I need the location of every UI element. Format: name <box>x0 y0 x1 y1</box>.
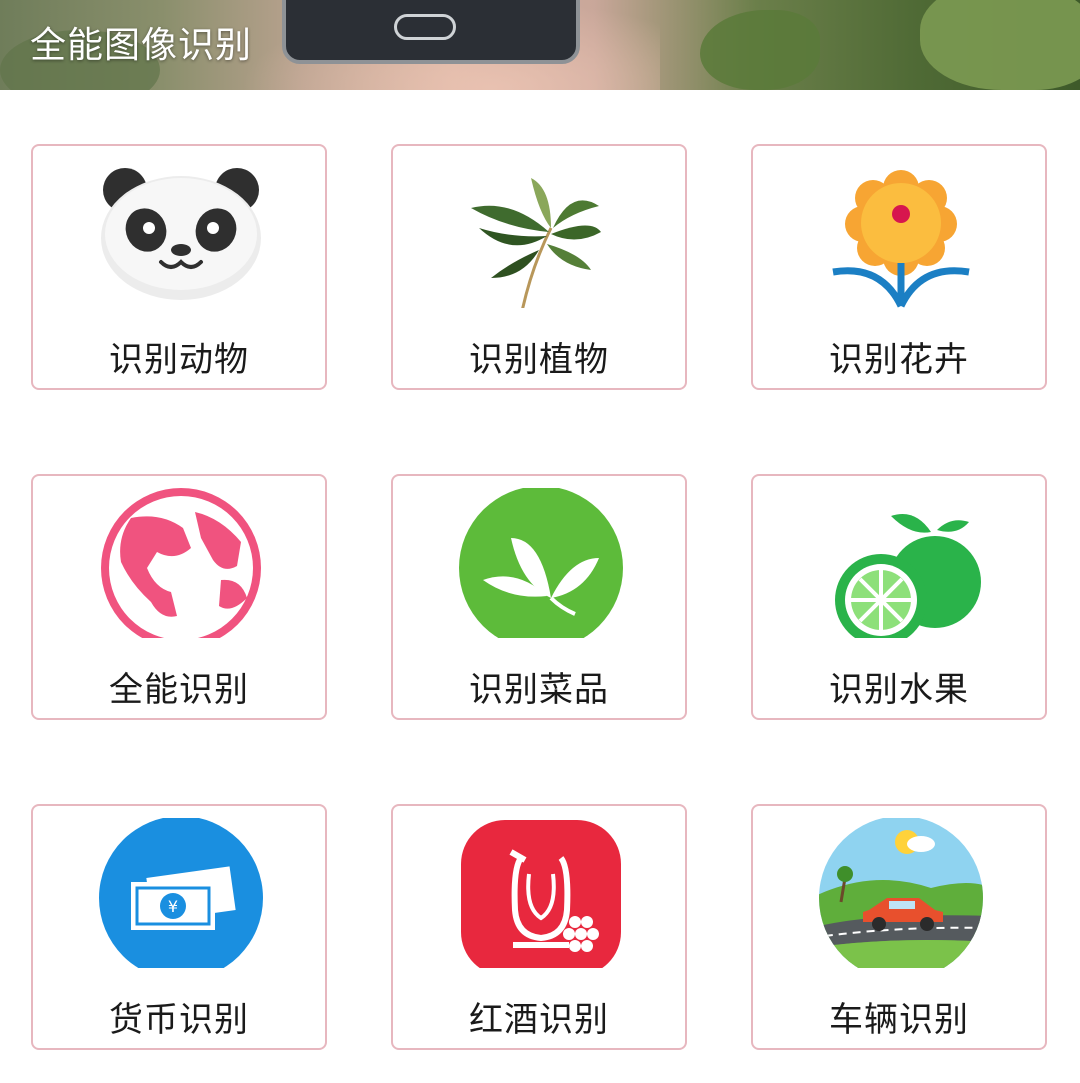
card-label: 红酒识别 <box>469 1000 609 1040</box>
banner-phone <box>282 0 580 64</box>
flower-icon <box>832 170 970 308</box>
card-label: 识别植物 <box>469 340 609 380</box>
page-title: 全能图像识别 <box>30 25 253 66</box>
card-label: 货币识别 <box>109 1000 249 1040</box>
card-label: 识别花卉 <box>829 340 969 380</box>
banner-leaf <box>700 10 820 90</box>
identify-fruit-card[interactable]: 识别水果 <box>751 474 1047 720</box>
card-label: 全能识别 <box>109 670 249 710</box>
card-label: 车辆识别 <box>829 1000 969 1040</box>
identify-vehicle-card[interactable]: 车辆识别 <box>751 804 1047 1050</box>
panda-icon <box>101 168 261 300</box>
tea-leaf-icon <box>459 488 623 638</box>
phone-home-button <box>394 14 456 40</box>
identify-dish-card[interactable]: 识别菜品 <box>391 474 687 720</box>
svg-text:¥: ¥ <box>168 897 178 916</box>
card-label: 识别菜品 <box>469 670 609 710</box>
universal-recognition-card[interactable]: 全能识别 <box>31 474 327 720</box>
wine-decanter-icon <box>461 820 621 968</box>
lime-fruit-icon <box>835 514 981 638</box>
card-label: 识别动物 <box>109 340 249 380</box>
header-banner: 全能图像识别 <box>0 0 1080 90</box>
identify-animal-card[interactable]: 识别动物 <box>31 144 327 390</box>
car-landscape-icon <box>819 818 983 968</box>
identify-wine-card[interactable]: 红酒识别 <box>391 804 687 1050</box>
banner-leaf <box>920 0 1080 90</box>
identify-plant-card[interactable]: 识别植物 <box>391 144 687 390</box>
identify-currency-card[interactable]: ¥ 货币识别 <box>31 804 327 1050</box>
identify-flower-card[interactable]: 识别花卉 <box>751 144 1047 390</box>
banknote-icon: ¥ <box>99 818 263 968</box>
card-label: 识别水果 <box>829 670 969 710</box>
leaf-branch-icon <box>471 178 601 308</box>
globe-icon <box>101 488 261 638</box>
